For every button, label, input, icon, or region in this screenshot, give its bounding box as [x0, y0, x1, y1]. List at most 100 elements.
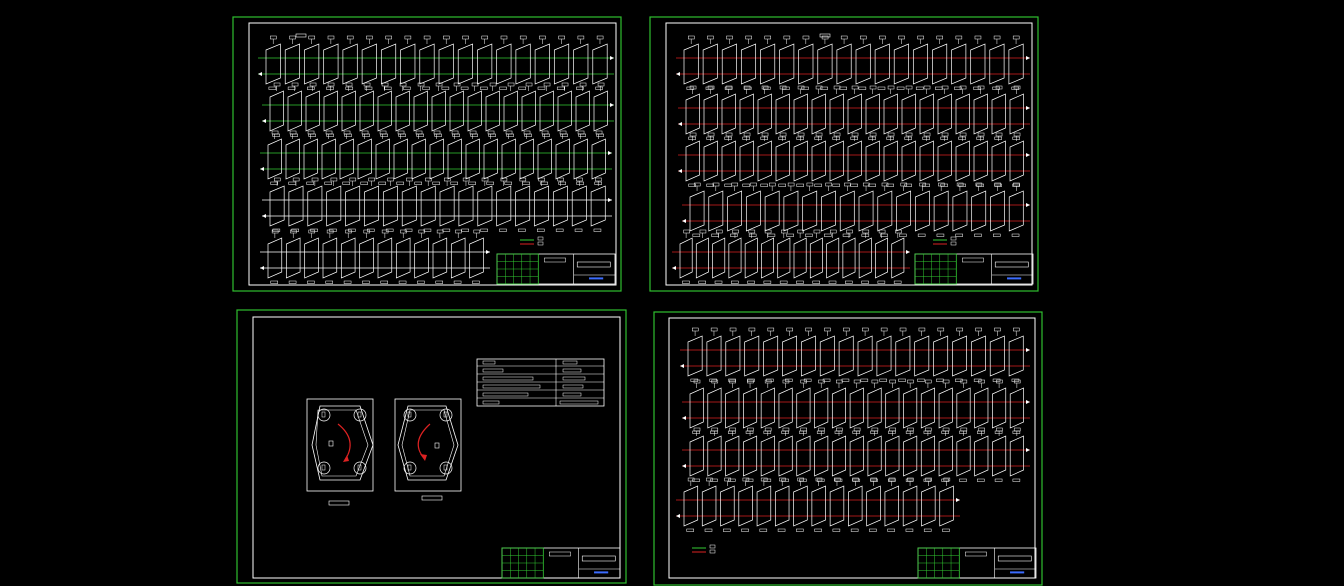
- tag-label-box: [726, 35, 733, 40]
- cabinet-symbol: [702, 43, 718, 85]
- tag-label-box: [362, 133, 370, 137]
- cabinet-symbol: [515, 43, 531, 85]
- tag-label-box: [1013, 85, 1021, 90]
- tag-label-box: [362, 280, 370, 284]
- cabinet-symbol: [575, 90, 590, 132]
- tag-label-box: [707, 35, 714, 40]
- cabinet-symbol: [322, 237, 338, 279]
- tag-label-box: [343, 280, 352, 284]
- tag-label-box: [886, 136, 894, 140]
- tag-label-box: [994, 136, 1002, 140]
- tag-label-box: [500, 35, 508, 40]
- tag-label-box: [597, 82, 605, 87]
- cabinet-symbol: [683, 485, 699, 527]
- tag-label-box: [326, 133, 334, 137]
- cabinet-symbol: [973, 93, 988, 135]
- tag-label-box: [880, 327, 888, 332]
- tag-label-box: [814, 528, 822, 532]
- cabinet-symbol: [557, 90, 572, 132]
- sheet-top-right[interactable]: [649, 16, 1039, 292]
- tag-label-box: [308, 35, 316, 40]
- tag-label-box: [499, 228, 507, 232]
- cabinet-symbol: [974, 435, 989, 477]
- cabinet-symbol: [782, 335, 797, 377]
- tag-label-box: [805, 327, 812, 332]
- tag-label-box: [406, 177, 413, 182]
- cabinet-symbol: [725, 335, 741, 377]
- tag-label-box: [688, 136, 696, 140]
- cabinet-symbol: [555, 138, 570, 180]
- tag-label-box: [399, 82, 407, 87]
- tag-label-box: [403, 86, 411, 90]
- tag-label-box: [829, 229, 837, 234]
- cabinet-symbol: [848, 485, 863, 527]
- arrow-icon: [1026, 348, 1030, 352]
- cabinet-symbol: [885, 387, 900, 429]
- tag-label-box: [574, 228, 583, 232]
- cabinet-symbol: [912, 43, 929, 85]
- tag-label-box: [539, 35, 546, 40]
- tag-label-box: [869, 85, 877, 90]
- tag-label-box: [423, 35, 431, 40]
- tag-label-box: [907, 427, 914, 432]
- cabinet-symbol: [877, 190, 893, 232]
- cabinet-symbol: [395, 237, 411, 279]
- sheet-bottom-left[interactable]: [236, 309, 627, 584]
- tag-label-box: [889, 379, 896, 384]
- tag-label-box: [541, 130, 549, 135]
- cabinet-symbol: [883, 93, 898, 135]
- sheet-bottom-right[interactable]: [653, 311, 1043, 586]
- tag-label-box: [824, 233, 832, 237]
- cabinet-symbol: [793, 237, 807, 279]
- tag-label-box: [345, 82, 353, 87]
- cabinet-symbol: [304, 43, 320, 85]
- tag-label-box: [887, 132, 895, 137]
- cabinet-symbol: [485, 90, 500, 132]
- tag-label-box: [593, 228, 602, 232]
- cabinet-symbol: [304, 237, 319, 279]
- tag-label-box: [777, 528, 786, 532]
- tag-label-box: [1013, 132, 1021, 137]
- cabinet-symbol: [519, 138, 534, 180]
- cabinet-symbol: [763, 335, 779, 377]
- tag-label-box: [956, 182, 964, 187]
- tag-label-box: [306, 181, 314, 185]
- cabinet-symbol: [814, 387, 829, 429]
- cabinet-symbol: [849, 387, 864, 429]
- cabinet-symbol: [323, 90, 338, 132]
- tag-label-box: [994, 478, 1003, 482]
- tag-label-box: [307, 86, 315, 90]
- tag-label-box: [523, 130, 531, 135]
- tag-label-box: [715, 229, 723, 234]
- schematic-rows: [672, 33, 1030, 284]
- tag-label-box: [922, 136, 930, 140]
- cabinet-symbol: [817, 43, 833, 85]
- arrow-icon: [1026, 153, 1030, 157]
- tag-label-box: [450, 181, 458, 185]
- arrow-icon: [260, 266, 264, 270]
- tag-label-box: [977, 85, 985, 90]
- cabinet-symbol: [891, 237, 905, 279]
- tag-label-box: [519, 35, 527, 40]
- cad-model-space[interactable]: [0, 0, 1344, 586]
- cabinet-symbol: [458, 185, 474, 227]
- tag-label-box: [452, 133, 460, 137]
- tag-label-box: [729, 427, 736, 432]
- cabinet-symbol: [865, 93, 880, 135]
- cabinet-symbol: [919, 93, 934, 135]
- tag-label-box: [941, 85, 949, 90]
- cabinet-symbol: [420, 185, 436, 227]
- cabinet-symbol: [811, 93, 826, 135]
- tag-label-box: [888, 430, 896, 434]
- sheet-top-left[interactable]: [232, 16, 622, 292]
- cabinet-symbol: [501, 138, 516, 180]
- cabinet-symbol: [447, 138, 462, 180]
- cabinet-symbol: [377, 90, 392, 132]
- tag-label-box: [742, 183, 750, 187]
- cabinet-symbol: [712, 237, 726, 279]
- tag-label-box: [787, 182, 795, 187]
- cabinet-symbol: [521, 90, 536, 132]
- arrow-icon: [1026, 203, 1030, 207]
- tag-label-box: [958, 136, 966, 140]
- tag-label-box: [871, 427, 879, 432]
